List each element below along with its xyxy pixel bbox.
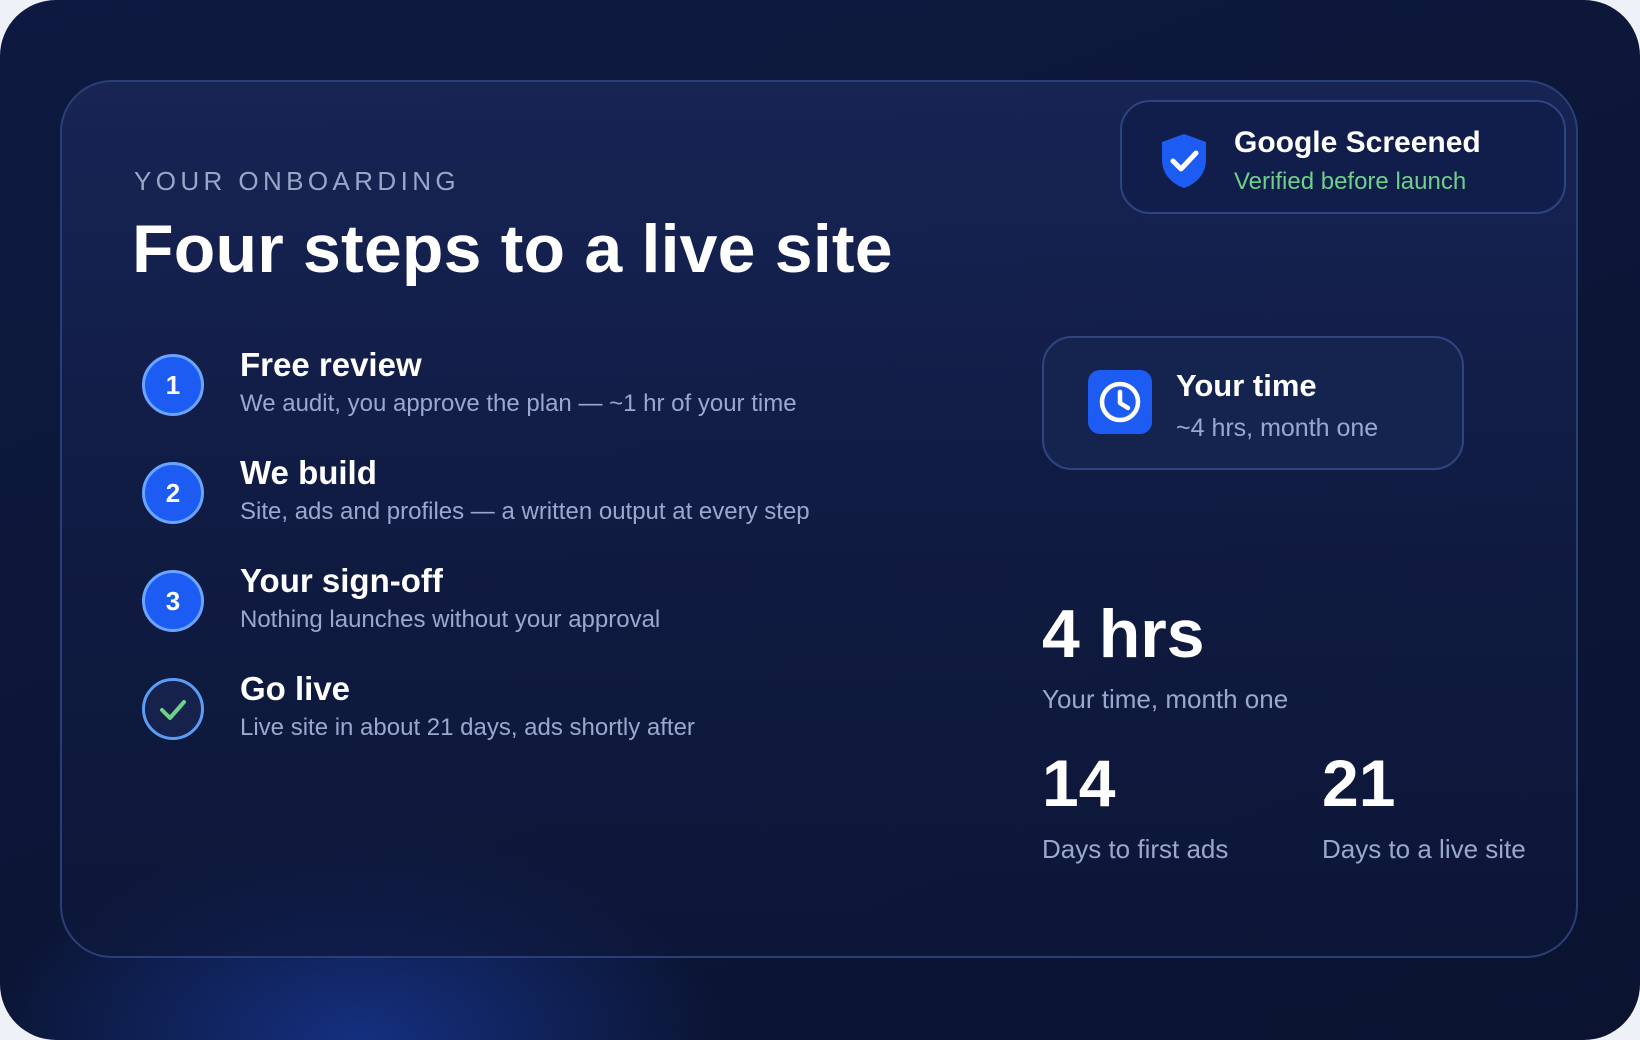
step-number-badge: 1 <box>142 354 204 416</box>
step-number-badge: 2 <box>142 462 204 524</box>
step-description: Live site in about 21 days, ads shortly … <box>240 714 695 741</box>
step-item: 1 Free review We audit, you approve the … <box>142 346 966 442</box>
section-eyebrow: YOUR ONBOARDING <box>134 166 461 196</box>
step-item: 3 Your sign-off Nothing launches without… <box>142 562 966 658</box>
stat-value: 21 <box>1322 746 1396 820</box>
stat-time-commitment: 4 hrs Your time, month one <box>1042 600 1288 715</box>
stat-first-ads: 14 Days to first ads <box>1042 750 1228 865</box>
step-item: Go live Live site in about 21 days, ads … <box>142 670 966 766</box>
google-screened-badge: Google Screened Verified before launch <box>1120 100 1566 214</box>
stat-label: Days to first ads <box>1042 834 1229 864</box>
page-title: Four steps to a live site <box>132 211 893 287</box>
shield-check-icon <box>1162 134 1206 188</box>
step-number-badge: 3 <box>142 570 204 632</box>
onboarding-card: YOUR ONBOARDING Four steps to a live sit… <box>60 80 1578 958</box>
stat-value: 14 <box>1042 746 1116 820</box>
check-icon <box>160 700 186 720</box>
stat-value: 4 hrs <box>1042 596 1205 672</box>
step-description: We audit, you approve the plan — ~1 hr o… <box>240 390 797 417</box>
stat-label: Days to a live site <box>1322 834 1526 864</box>
time-card: Your time ~4 hrs, month one <box>1042 336 1464 470</box>
stat-label: Your time, month one <box>1042 684 1289 714</box>
stat-live-site: 21 Days to a live site <box>1322 750 1526 865</box>
time-card-subtitle: ~4 hrs, month one <box>1176 414 1379 442</box>
badge-subtitle: Verified before launch <box>1234 168 1467 195</box>
step-description: Nothing launches without your approval <box>240 606 661 633</box>
step-title: Go live <box>240 670 351 707</box>
clock-icon <box>1088 370 1152 434</box>
step-title: Free review <box>240 346 422 383</box>
step-item: 2 We build Site, ads and profiles — a wr… <box>142 454 966 550</box>
step-description: Site, ads and profiles — a written outpu… <box>240 498 810 525</box>
badge-title: Google Screened <box>1234 126 1481 159</box>
onboarding-frame: YOUR ONBOARDING Four steps to a live sit… <box>0 0 1640 1040</box>
step-title: Your sign-off <box>240 562 443 599</box>
time-card-title: Your time <box>1176 368 1317 403</box>
step-title: We build <box>240 454 377 491</box>
step-complete-badge <box>142 678 204 740</box>
